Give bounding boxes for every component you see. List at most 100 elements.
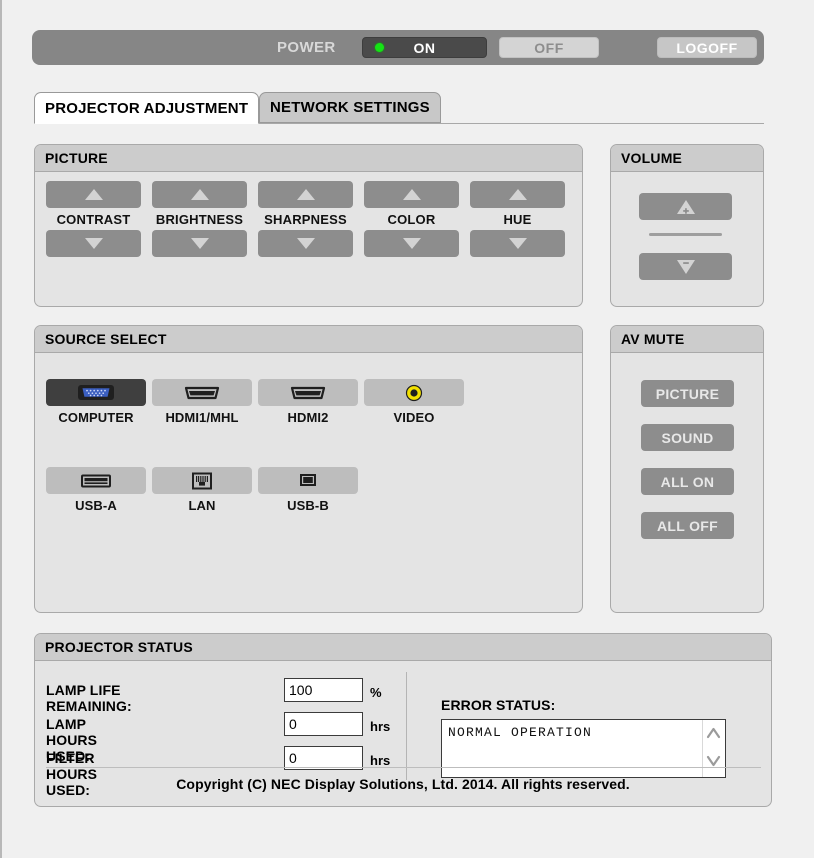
sharpness-up-button[interactable] [258, 181, 353, 208]
triangle-up-icon [296, 189, 315, 200]
av-mute-all-off-button[interactable]: ALL OFF [641, 512, 734, 539]
triangle-up-icon [402, 189, 421, 200]
triangle-down-icon [402, 238, 421, 249]
color-down-button[interactable] [364, 230, 459, 257]
picture-control-brightness: BRIGHTNESS [152, 181, 247, 257]
source-label-video: VIDEO [393, 410, 435, 425]
error-status-scrollbar[interactable] [702, 720, 725, 777]
picture-control-sharpness: SHARPNESS [258, 181, 353, 257]
hue-up-button[interactable] [470, 181, 565, 208]
picture-panel-header: PICTURE [35, 145, 582, 172]
status-divider [406, 672, 407, 780]
triangle-down-icon [296, 238, 315, 249]
tab-bar: PROJECTOR ADJUSTMENT NETWORK SETTINGS [34, 92, 764, 125]
source-label-usb-b: USB-B [287, 498, 329, 513]
brightness-down-button[interactable] [152, 230, 247, 257]
lamp-life-value-field[interactable]: 100 [284, 678, 363, 702]
color-up-button[interactable] [364, 181, 459, 208]
volume-up-icon [676, 199, 695, 214]
sharpness-label: SHARPNESS [264, 212, 347, 227]
logoff-button[interactable]: LOGOFF [657, 37, 757, 58]
color-label: COLOR [387, 212, 436, 227]
source-button-usb-a[interactable] [46, 467, 146, 494]
error-status-text: NORMAL OPERATION [448, 725, 593, 740]
contrast-label: CONTRAST [56, 212, 131, 227]
power-on-button[interactable]: ON [362, 37, 487, 58]
hue-label: HUE [503, 212, 532, 227]
av-mute-panel-title: AV MUTE [621, 331, 685, 347]
error-status-box[interactable]: NORMAL OPERATION [441, 719, 726, 778]
av-mute-sound-button[interactable]: SOUND [641, 424, 734, 451]
lamp-life-label: LAMP LIFE REMAINING: [46, 682, 132, 714]
source-select-panel-header: SOURCE SELECT [35, 326, 582, 353]
copyright-text: Copyright (C) NEC Display Solutions, Ltd… [176, 776, 630, 792]
hdmi-port-icon [184, 386, 220, 399]
brightness-label: BRIGHTNESS [155, 212, 244, 227]
av-mute-picture-button[interactable]: PICTURE [641, 380, 734, 407]
av-mute-all-on-button[interactable]: ALL ON [641, 468, 734, 495]
av-mute-picture-label: PICTURE [655, 385, 720, 402]
power-off-button[interactable]: OFF [499, 37, 599, 58]
power-on-label: ON [413, 39, 436, 56]
source-select-panel: SOURCE SELECT COMPUTER HDMI1/MHL HDMI2 V… [34, 325, 583, 613]
hue-down-button[interactable] [470, 230, 565, 257]
source-button-hdmi1-mhl[interactable] [152, 379, 252, 406]
triangle-down-icon [508, 238, 527, 249]
volume-down-button[interactable] [639, 253, 732, 280]
picture-control-hue: HUE [470, 181, 565, 257]
logoff-label: LOGOFF [676, 39, 738, 56]
triangle-down-icon [84, 238, 103, 249]
av-mute-all-on-label: ALL ON [660, 473, 715, 490]
usb-b-port-icon [300, 473, 316, 486]
error-status-label: ERROR STATUS: [441, 697, 556, 713]
contrast-up-button[interactable] [46, 181, 141, 208]
source-label-usb-a: USB-A [75, 498, 117, 513]
av-mute-all-off-label: ALL OFF [657, 517, 718, 534]
volume-panel: VOLUME [610, 144, 764, 307]
picture-panel-title: PICTURE [45, 150, 108, 166]
triangle-up-icon [508, 189, 527, 200]
lamp-hours-unit: hrs [370, 719, 391, 734]
source-label-hdmi1-mhl: HDMI1/MHL [165, 410, 239, 425]
power-off-label: OFF [534, 39, 564, 56]
picture-control-color: COLOR [364, 181, 459, 257]
vga-connector-icon [78, 385, 114, 400]
projector-status-panel-header: PROJECTOR STATUS [35, 634, 771, 661]
source-button-computer[interactable] [46, 379, 146, 406]
brightness-up-button[interactable] [152, 181, 247, 208]
contrast-down-button[interactable] [46, 230, 141, 257]
chevron-up-icon[interactable] [706, 726, 721, 740]
chevron-down-icon[interactable] [706, 754, 721, 768]
copyright-separator [46, 767, 761, 768]
av-mute-sound-label: SOUND [661, 429, 714, 446]
tab-projector-adjustment[interactable]: PROJECTOR ADJUSTMENT [34, 92, 260, 124]
source-label-lan: LAN [188, 498, 216, 513]
source-button-hdmi2[interactable] [258, 379, 358, 406]
av-mute-panel: AV MUTE PICTURE SOUND ALL ON ALL OFF [610, 325, 764, 613]
triangle-up-icon [190, 189, 209, 200]
volume-down-icon [676, 259, 695, 274]
rca-composite-icon [405, 384, 423, 401]
volume-panel-title: VOLUME [621, 150, 683, 166]
source-button-video[interactable] [364, 379, 464, 406]
lamp-life-unit: % [370, 685, 382, 700]
power-label: POWER [277, 39, 336, 56]
picture-control-contrast: CONTRAST [46, 181, 141, 257]
lamp-hours-value-field[interactable]: 0 [284, 712, 363, 736]
filter-hours-unit: hrs [370, 753, 391, 768]
tab-network-settings[interactable]: NETWORK SETTINGS [259, 92, 441, 123]
source-button-lan[interactable] [152, 467, 252, 494]
volume-panel-header: VOLUME [611, 145, 763, 172]
tab-projector-adjustment-label: PROJECTOR ADJUSTMENT [45, 99, 249, 117]
volume-divider [649, 233, 722, 236]
power-led-icon [375, 43, 384, 52]
source-button-usb-b[interactable] [258, 467, 358, 494]
picture-panel: PICTURE CONTRAST BRIGHTNESS SHARPNESS CO… [34, 144, 583, 307]
triangle-up-icon [84, 189, 103, 200]
triangle-down-icon [190, 238, 209, 249]
volume-up-button[interactable] [639, 193, 732, 220]
source-select-panel-title: SOURCE SELECT [45, 331, 167, 347]
source-label-computer: COMPUTER [58, 410, 134, 425]
sharpness-down-button[interactable] [258, 230, 353, 257]
hdmi-port-icon [290, 386, 326, 399]
